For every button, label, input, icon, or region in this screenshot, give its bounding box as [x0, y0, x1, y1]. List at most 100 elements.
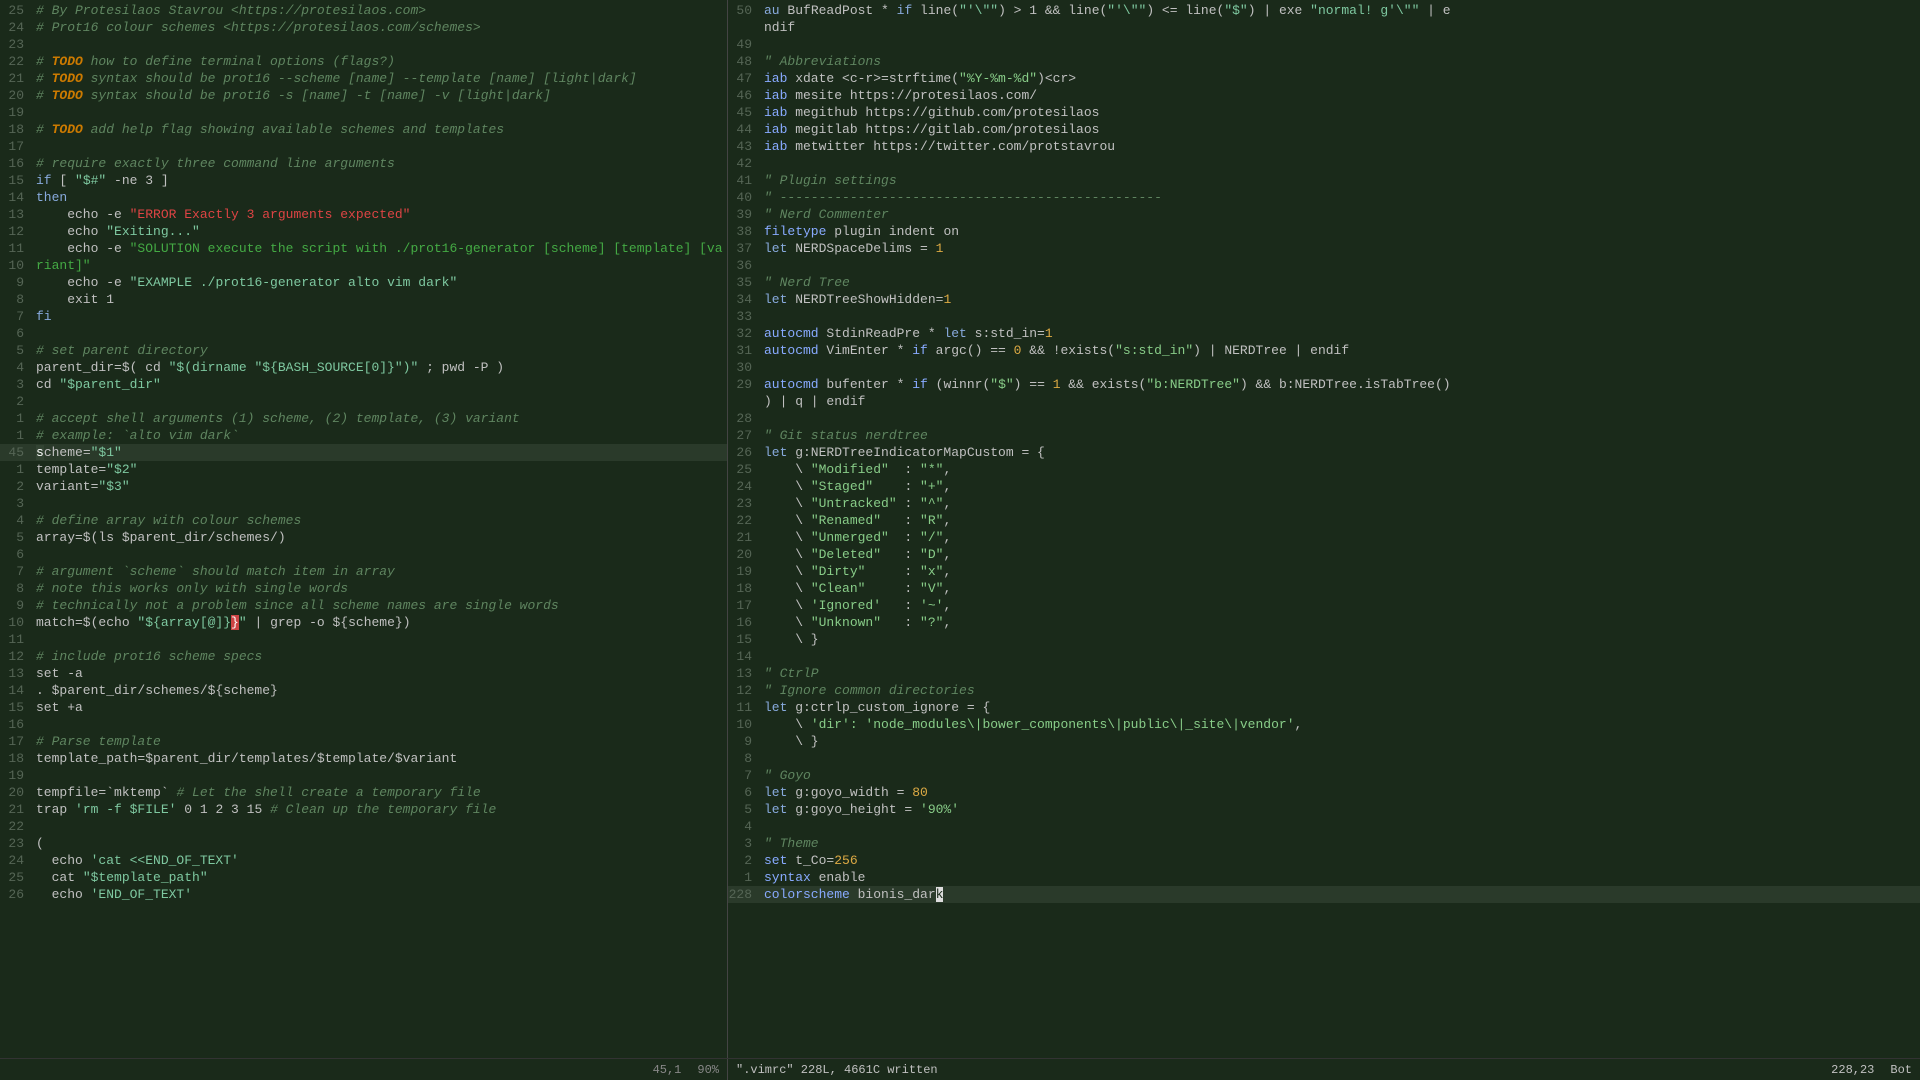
- table-row: 28: [728, 410, 1920, 427]
- table-row: 35" Nerd Tree: [728, 274, 1920, 291]
- table-row: 11: [0, 631, 727, 648]
- table-row: 14then: [0, 189, 727, 206]
- table-row: ndif: [728, 19, 1920, 36]
- table-row: 24# Prot16 colour schemes <https://prote…: [0, 19, 727, 36]
- table-row: 2variant="$3": [0, 478, 727, 495]
- table-row: 10match=$(echo "${array[@]}}" | grep -o …: [0, 614, 727, 631]
- table-row: 23(: [0, 835, 727, 852]
- table-row: 23: [0, 36, 727, 53]
- table-row: 18template_path=$parent_dir/templates/$t…: [0, 750, 727, 767]
- table-row: 32autocmd StdinReadPre * let s:std_in=1: [728, 325, 1920, 342]
- table-row: 49: [728, 36, 1920, 53]
- table-row: 5let g:goyo_height = '90%': [728, 801, 1920, 818]
- table-row: 5# set parent directory: [0, 342, 727, 359]
- table-row: 1# example: `alto vim dark`: [0, 427, 727, 444]
- table-row: 12# include prot16 scheme specs: [0, 648, 727, 665]
- table-row: 1template="$2": [0, 461, 727, 478]
- cursor-line: 45scheme="$1": [0, 444, 727, 461]
- table-row: 18# TODO add help flag showing available…: [0, 121, 727, 138]
- table-row: 20# TODO syntax should be prot16 -s [nam…: [0, 87, 727, 104]
- table-row: 7fi: [0, 308, 727, 325]
- table-row: 16: [0, 716, 727, 733]
- table-row: 4: [728, 818, 1920, 835]
- table-row: 48" Abbreviations: [728, 53, 1920, 70]
- table-row: 37let NERDSpaceDelims = 1: [728, 240, 1920, 257]
- table-row: 5array=$(ls $parent_dir/schemes/): [0, 529, 727, 546]
- left-code-content[interactable]: 25# By Protesilaos Stavrou <https://prot…: [0, 0, 727, 1058]
- table-row: 1# accept shell arguments (1) scheme, (2…: [0, 410, 727, 427]
- table-row: 8: [728, 750, 1920, 767]
- right-code-content[interactable]: 50au BufReadPost * if line("'\"") > 1 &&…: [728, 0, 1920, 1058]
- table-row: 8# note this works only with single word…: [0, 580, 727, 597]
- table-row: 41" Plugin settings: [728, 172, 1920, 189]
- table-row: 15set +a: [0, 699, 727, 716]
- table-row: 6let g:goyo_width = 80: [728, 784, 1920, 801]
- table-row: 13set -a: [0, 665, 727, 682]
- table-row: 22 \ "Renamed" : "R",: [728, 512, 1920, 529]
- table-row: 31autocmd VimEnter * if argc() == 0 && !…: [728, 342, 1920, 359]
- table-row: 19 \ "Dirty" : "x",: [728, 563, 1920, 580]
- table-row: 9 echo -e "EXAMPLE ./prot16-generator al…: [0, 274, 727, 291]
- left-cursor-pos: 45,1: [653, 1063, 682, 1077]
- table-row: 20 \ "Deleted" : "D",: [728, 546, 1920, 563]
- table-row: 46iab mesite https://protesilaos.com/: [728, 87, 1920, 104]
- table-row: 12 echo "Exiting...": [0, 223, 727, 240]
- table-row: 25 cat "$template_path": [0, 869, 727, 886]
- table-row: 9 \ }: [728, 733, 1920, 750]
- table-row: 14: [728, 648, 1920, 665]
- table-row: 15if [ "$#" -ne 3 ]: [0, 172, 727, 189]
- table-row: 22: [0, 818, 727, 835]
- table-row: 26let g:NERDTreeIndicatorMapCustom = {: [728, 444, 1920, 461]
- right-status-filename: ".vimrc" 228L, 4661C written: [728, 1059, 1823, 1080]
- table-row: 30: [728, 359, 1920, 376]
- right-pane: 50au BufReadPost * if line("'\"") > 1 &&…: [728, 0, 1920, 1058]
- table-row: 7" Goyo: [728, 767, 1920, 784]
- left-percent: 90%: [697, 1063, 719, 1077]
- editor-area: 25# By Protesilaos Stavrou <https://prot…: [0, 0, 1920, 1058]
- table-row: 3cd "$parent_dir": [0, 376, 727, 393]
- table-row: 3: [0, 495, 727, 512]
- table-row: 9# technically not a problem since all s…: [0, 597, 727, 614]
- table-row: 44iab megitlab https://gitlab.com/protes…: [728, 121, 1920, 138]
- table-row: 10 \ 'dir': 'node_modules\|bower_compone…: [728, 716, 1920, 733]
- table-row: 12" Ignore common directories: [728, 682, 1920, 699]
- table-row: 33: [728, 308, 1920, 325]
- status-bar: 45,1 90% ".vimrc" 228L, 4661C written 22…: [0, 1058, 1920, 1080]
- right-cursor-line: 228colorscheme bionis_dark: [728, 886, 1920, 903]
- right-cursor-pos: 228,23: [1831, 1063, 1874, 1077]
- table-row: 4# define array with colour schemes: [0, 512, 727, 529]
- table-row: 11let g:ctrlp_custom_ignore = {: [728, 699, 1920, 716]
- left-pane: 25# By Protesilaos Stavrou <https://prot…: [0, 0, 728, 1058]
- table-row: 4parent_dir=$( cd "$(dirname "${BASH_SOU…: [0, 359, 727, 376]
- table-row: 7# argument `scheme` should match item i…: [0, 563, 727, 580]
- table-row: 19: [0, 104, 727, 121]
- table-row: 21 \ "Unmerged" : "/",: [728, 529, 1920, 546]
- table-row: 21# TODO syntax should be prot16 --schem…: [0, 70, 727, 87]
- table-row: 13" CtrlP: [728, 665, 1920, 682]
- table-row: 47iab xdate <c-r>=strftime("%Y-%m-%d")<c…: [728, 70, 1920, 87]
- table-row: 26 echo 'END_OF_TEXT': [0, 886, 727, 903]
- table-row: 27" Git status nerdtree: [728, 427, 1920, 444]
- table-row: 17 \ 'Ignored' : '~',: [728, 597, 1920, 614]
- table-row: 24 \ "Staged" : "+",: [728, 478, 1920, 495]
- table-row: 16 \ "Unknown" : "?",: [728, 614, 1920, 631]
- table-row: 6: [0, 325, 727, 342]
- table-row: 2set t_Co=256: [728, 852, 1920, 869]
- table-row: 50au BufReadPost * if line("'\"") > 1 &&…: [728, 2, 1920, 19]
- table-row: 17# Parse template: [0, 733, 727, 750]
- table-row: 42: [728, 155, 1920, 172]
- table-row: 16# require exactly three command line a…: [0, 155, 727, 172]
- table-row: 39" Nerd Commenter: [728, 206, 1920, 223]
- table-row: 29autocmd bufenter * if (winnr("$") == 1…: [728, 376, 1920, 393]
- table-row: 38filetype plugin indent on: [728, 223, 1920, 240]
- table-row: 6: [0, 546, 727, 563]
- table-row: 19: [0, 767, 727, 784]
- table-row: 25 \ "Modified" : "*",: [728, 461, 1920, 478]
- table-row: 17: [0, 138, 727, 155]
- table-row: 18 \ "Clean" : "V",: [728, 580, 1920, 597]
- table-row: ) | q | endif: [728, 393, 1920, 410]
- table-row: 2: [0, 393, 727, 410]
- table-row: 15 \ }: [728, 631, 1920, 648]
- table-row: 22# TODO how to define terminal options …: [0, 53, 727, 70]
- table-row: 45iab megithub https://github.com/protes…: [728, 104, 1920, 121]
